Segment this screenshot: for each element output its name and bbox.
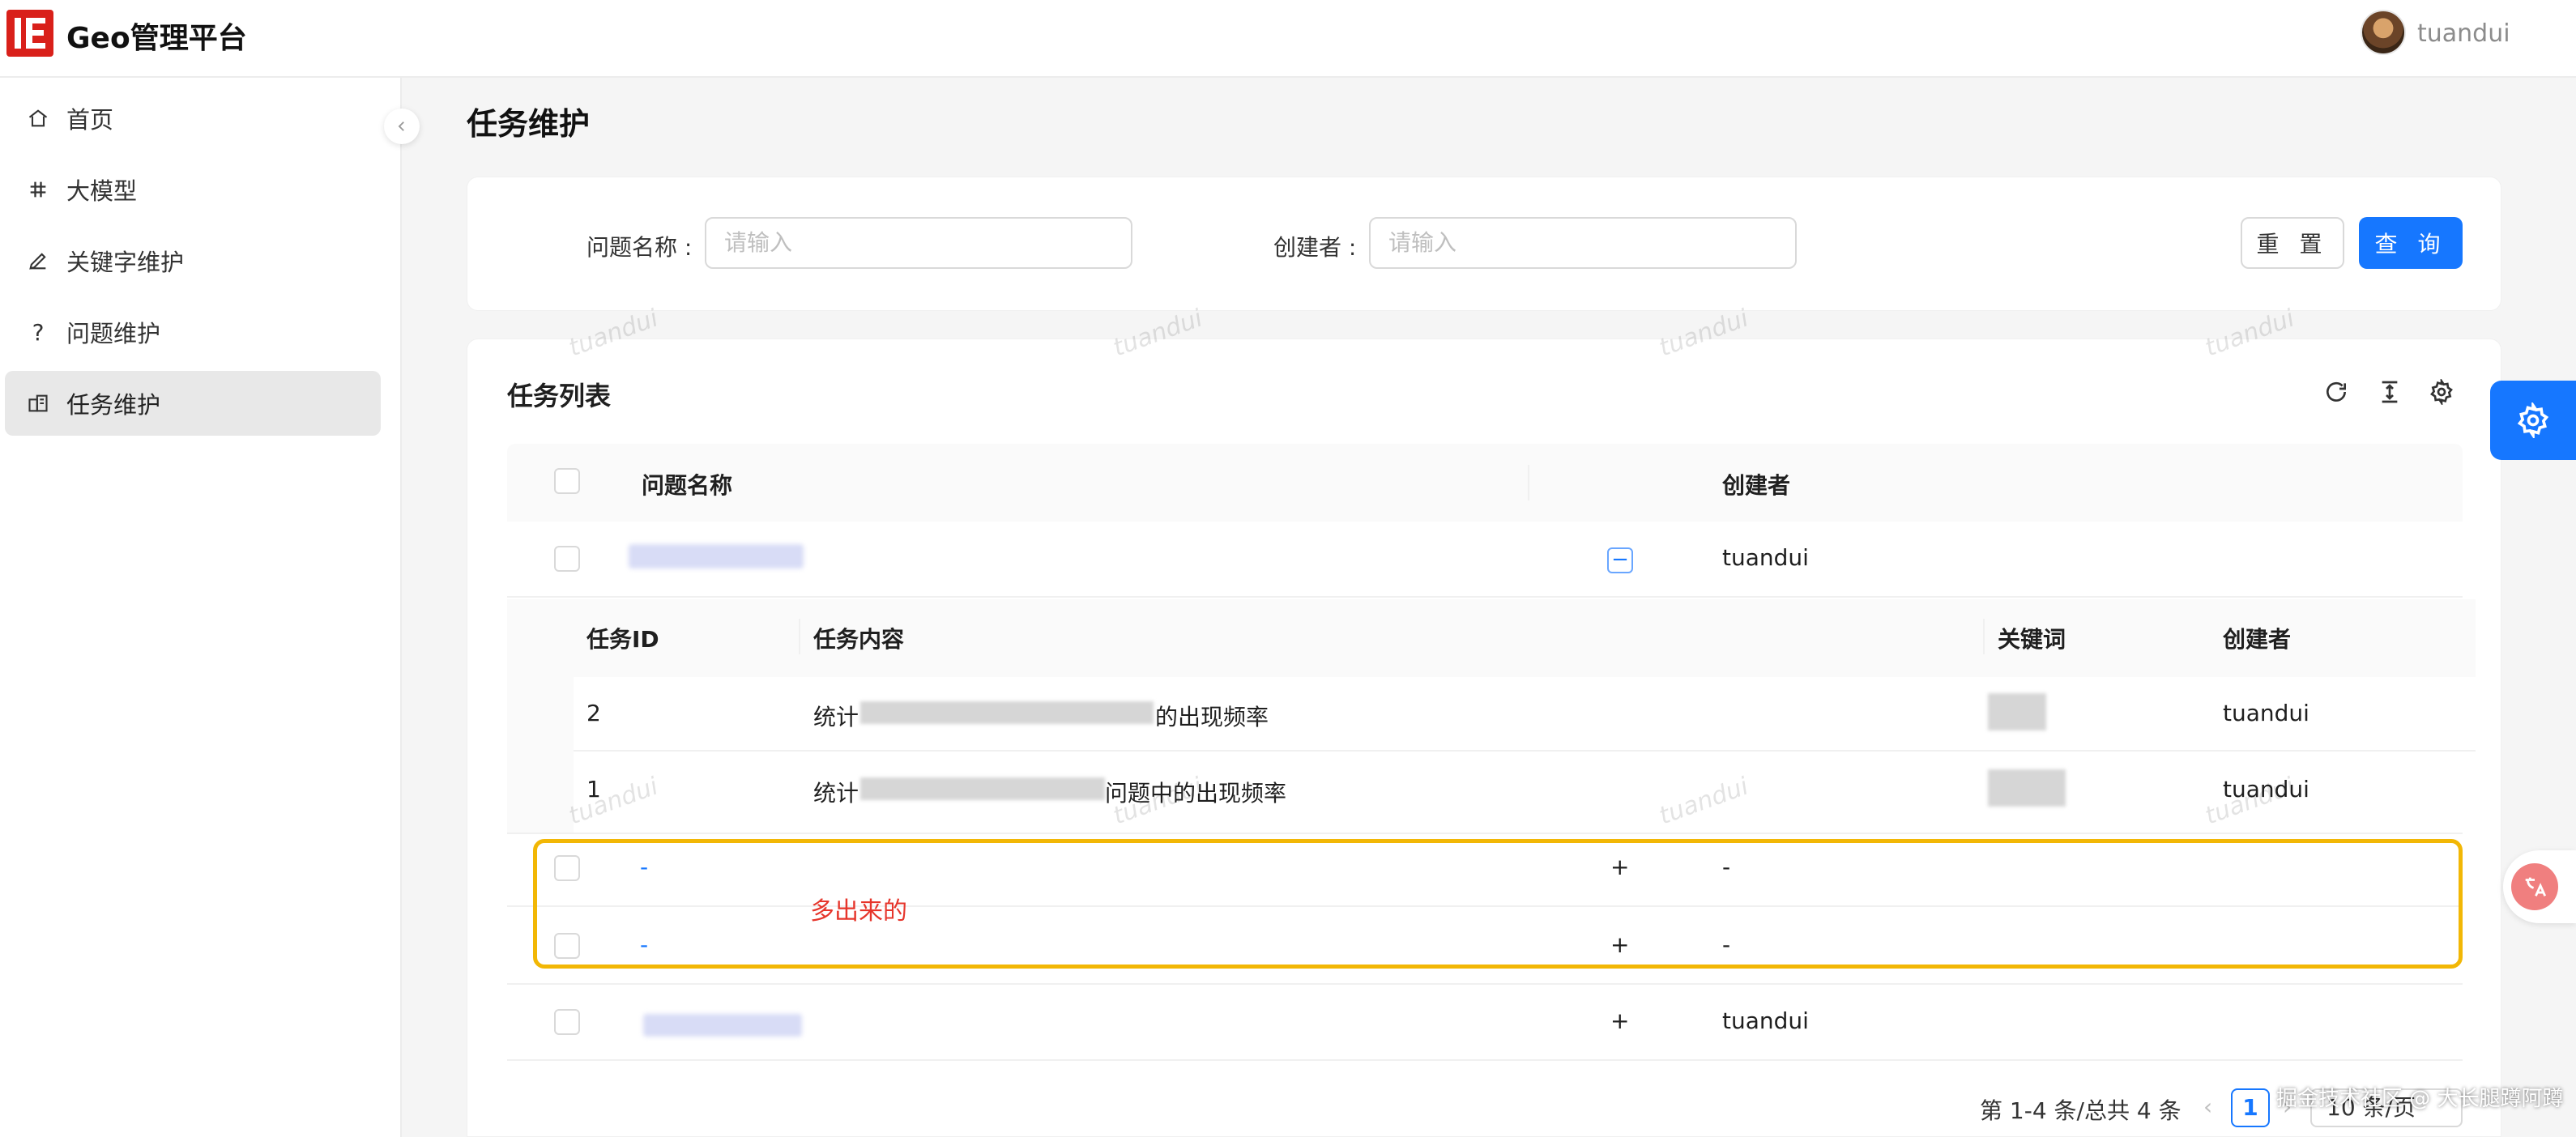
row-creator: tuandui (1722, 1007, 1809, 1034)
gear-icon (2517, 402, 2549, 438)
nested-header-keyword[interactable]: 关键词 (1998, 622, 2066, 654)
translate-icon[interactable] (2511, 863, 2558, 910)
row-divider (507, 833, 2463, 834)
column-divider (1983, 619, 1985, 654)
prev-page-icon[interactable]: ‹ (2203, 1093, 2212, 1120)
row-checkbox[interactable] (554, 1009, 580, 1035)
nested-row-creator: tuandui (2223, 700, 2309, 726)
sidebar-item-home[interactable]: 首页 (5, 86, 381, 151)
nested-row-content-prefix: 统计 (813, 704, 859, 730)
app-logo[interactable] (6, 10, 53, 57)
row-divider (507, 1059, 2463, 1061)
creator-search-input[interactable]: 请输入 (1369, 217, 1797, 269)
edit-icon (24, 247, 52, 275)
sidebar-item-label: 任务维护 (66, 391, 161, 419)
column-height-icon[interactable] (2375, 377, 2404, 407)
query-button[interactable]: 查 询 (2359, 217, 2463, 269)
floating-settings-button[interactable] (2490, 381, 2576, 460)
nested-header-id[interactable]: 任务ID (586, 622, 659, 654)
app-title: Geo管理平台 (66, 22, 247, 55)
refresh-icon[interactable] (2322, 377, 2351, 407)
column-header-name[interactable]: 问题名称 (642, 468, 732, 500)
table-header (507, 444, 2463, 522)
select-all-checkbox[interactable] (554, 468, 580, 494)
table-title: 任务列表 (507, 381, 612, 411)
top-header: Geo管理平台 tuandui (0, 0, 2576, 78)
expand-row-button[interactable]: + (1610, 1007, 1629, 1034)
home-icon (24, 104, 52, 132)
column-header-creator[interactable]: 创建者 (1722, 468, 1790, 500)
nested-header-creator[interactable]: 创建者 (2223, 622, 2291, 654)
nested-header-content[interactable]: 任务内容 (813, 622, 904, 654)
creator-label: 创建者 : (1273, 234, 1357, 261)
credit-watermark: 掘金技术社区 @ 大长腿蹲阿蹲 (2276, 1087, 2564, 1111)
model-icon (24, 176, 52, 203)
column-divider (1528, 465, 1529, 500)
column-divider (799, 619, 800, 654)
chevron-left-icon (398, 121, 404, 131)
row-divider (507, 983, 2463, 985)
sidebar-item-model[interactable]: 大模型 (5, 157, 381, 222)
reset-button[interactable]: 重 置 (2241, 217, 2344, 269)
sidebar-item-label: 首页 (66, 106, 114, 134)
page-title: 任务维护 (467, 106, 591, 142)
name-label: 问题名称 : (586, 234, 693, 261)
blurred-question-name[interactable] (643, 1014, 802, 1037)
sidebar-item-label: 问题维护 (66, 320, 161, 347)
blurred-keyword (1988, 693, 2046, 730)
annotation-label: 多出来的 (810, 897, 907, 926)
username[interactable]: tuandui (2417, 19, 2510, 48)
task-icon (24, 390, 52, 417)
sidebar-item-label: 关键字维护 (66, 249, 185, 276)
name-search-input[interactable]: 请输入 (705, 217, 1132, 269)
collapse-row-button[interactable]: − (1607, 547, 1633, 573)
nested-row-content-prefix: 统计 (813, 780, 859, 807)
sidebar-item-questions[interactable]: ? 问题维护 (5, 300, 381, 364)
row-divider (507, 596, 2463, 598)
blurred-content (860, 777, 1105, 800)
sidebar-item-label: 大模型 (66, 177, 138, 205)
row-checkbox[interactable] (554, 546, 580, 572)
sidebar-collapse-button[interactable] (384, 109, 420, 144)
nested-row-content-suffix: 的出现频率 (1155, 704, 1269, 730)
row-creator: tuandui (1722, 544, 1809, 571)
nested-row-id: 2 (586, 700, 601, 726)
avatar[interactable] (2361, 10, 2406, 55)
blurred-content (860, 701, 1154, 724)
settings-icon[interactable] (2427, 377, 2456, 407)
row-divider (574, 750, 2476, 752)
sidebar-item-keywords[interactable]: 关键字维护 (5, 228, 381, 293)
blurred-keyword (1988, 769, 2066, 807)
pagination-summary: 第 1-4 条/总共 4 条 (1980, 1097, 2181, 1124)
blurred-question-name[interactable] (629, 544, 804, 568)
sidebar: 首页 大模型 关键字维护 ? 问题维护 任务维护 (0, 78, 402, 1137)
page-number[interactable]: 1 (2231, 1088, 2270, 1127)
question-icon: ? (32, 318, 45, 346)
sidebar-item-tasks[interactable]: 任务维护 (5, 371, 381, 436)
